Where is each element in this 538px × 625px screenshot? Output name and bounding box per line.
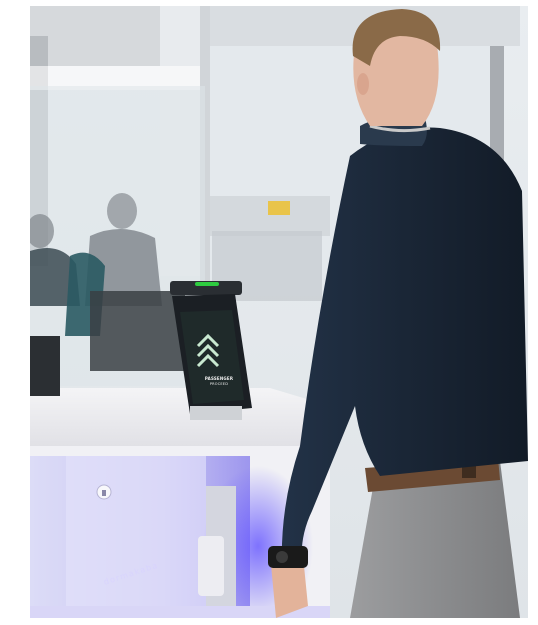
kiosk-stand: [190, 406, 242, 420]
gate-panel: [66, 456, 206, 618]
watch-face: [276, 551, 288, 563]
kiosk-text-line2: PROCEED: [209, 382, 229, 386]
photo-scene: [30, 6, 528, 618]
kiosk-text-line1: PASSENGER: [204, 376, 234, 381]
monitor-back: [90, 291, 185, 371]
monitor-left: [30, 336, 60, 396]
counter-top: [30, 388, 330, 446]
gate-handle: [198, 536, 224, 596]
ground-vehicle: [268, 201, 290, 215]
man-ear: [357, 73, 369, 95]
status-led: [195, 282, 219, 286]
photo: [30, 6, 528, 618]
background-person-head: [107, 193, 137, 229]
lock-keyhole: [102, 490, 106, 496]
